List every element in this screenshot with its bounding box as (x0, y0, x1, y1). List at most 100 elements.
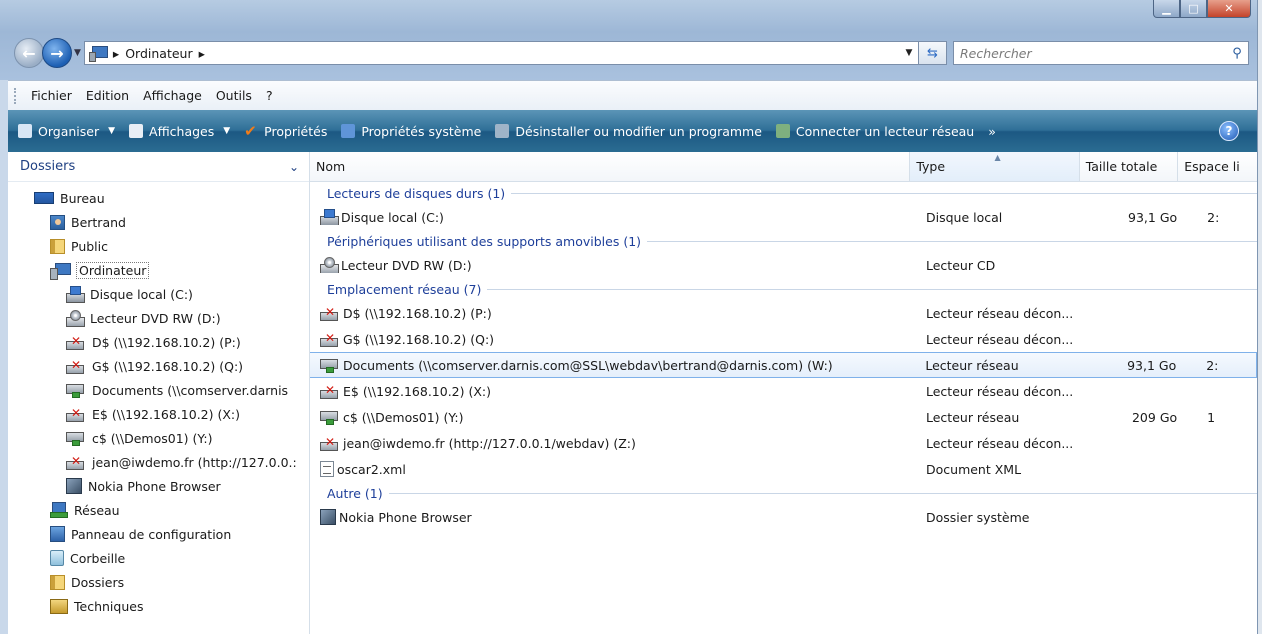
toolbar-button[interactable]: Désinstaller ou modifier un programme (495, 124, 762, 139)
tree-item[interactable]: Disque local (C:) (8, 282, 309, 306)
address-dropdown-icon[interactable]: ▼ (900, 48, 918, 58)
tree-item[interactable]: D$ (\\192.168.10.2) (P:) (8, 330, 309, 354)
menu-item[interactable]: Outils (216, 88, 252, 103)
item-total-size: 93,1 Go (1128, 209, 1178, 225)
list-item[interactable]: E$ (\\192.168.10.2) (X:) Lecteur réseau d… (310, 378, 1257, 404)
toolbar-button[interactable]: ✔ Propriétés (244, 124, 327, 139)
group-header[interactable]: Autre (1) (310, 482, 1257, 504)
tree-item[interactable]: Dossiers (8, 570, 309, 594)
tree-item[interactable]: Corbeille (8, 546, 309, 570)
column-header-type[interactable]: ▲ Type (910, 152, 1080, 181)
disconnected-network-drive-icon (66, 454, 86, 470)
search-box[interactable]: ⚲ (953, 41, 1249, 65)
tree-item-label: jean@iwdemo.fr (http://127.0.0.: (92, 454, 297, 470)
folders-header[interactable]: Dossiers ⌄ (8, 152, 309, 182)
chevron-down-icon[interactable]: ⌄ (289, 160, 299, 174)
item-type: Lecteur réseau (926, 409, 1020, 425)
breadcrumb-separator-icon[interactable]: ▸ (113, 46, 119, 61)
toolbar-button[interactable]: Connecter un lecteur réseau (775, 123, 975, 139)
hard-drive-icon (66, 286, 85, 303)
tree-item[interactable]: c$ (\\Demos01) (Y:) (8, 426, 309, 450)
toolbar-button[interactable]: Organiser ▼ (18, 124, 115, 139)
tree-item[interactable]: Lecteur DVD RW (D:) (8, 306, 309, 330)
control-panel-icon (50, 526, 65, 542)
tree-item-label: c$ (\\Demos01) (Y:) (92, 430, 213, 446)
toolbar-button[interactable]: Propriétés système (341, 124, 481, 139)
item-type: Lecteur réseau (925, 357, 1019, 373)
menu-item[interactable]: ? (266, 88, 273, 103)
column-header-label: Espace li (1184, 159, 1240, 174)
list-item[interactable]: c$ (\\Demos01) (Y:) Lecteur réseau 209 Go 1 (310, 404, 1257, 430)
tree-item[interactable]: Public (8, 234, 309, 258)
caption-buttons: ▁ □ ✕ (1153, 0, 1251, 18)
maximize-button[interactable]: □ (1180, 0, 1207, 18)
toolbar-button[interactable]: Affichages ▼ (129, 124, 230, 139)
column-header-total-size[interactable]: Taille totale (1080, 152, 1179, 181)
tree-item-label: Nokia Phone Browser (88, 478, 221, 494)
column-header-free-space[interactable]: Espace li (1178, 152, 1257, 181)
close-button[interactable]: ✕ (1207, 0, 1251, 18)
search-icon[interactable]: ⚲ (1226, 46, 1248, 61)
toolbar-button-label: Propriétés système (361, 123, 482, 139)
tree-item[interactable]: Documents (\\comserver.darnis (8, 378, 309, 402)
recent-pages-dropdown[interactable]: ▼ (74, 48, 81, 58)
tree-item-label: G$ (\\192.168.10.2) (Q:) (92, 358, 244, 374)
forward-button[interactable]: → (42, 38, 72, 68)
menu-item[interactable]: Fichier (31, 88, 72, 103)
list-item[interactable]: Nokia Phone Browser Dossier système (310, 504, 1257, 530)
tree-item[interactable]: E$ (\\192.168.10.2) (X:) (8, 402, 309, 426)
tree-item[interactable]: Bureau (8, 186, 309, 210)
menu-item[interactable]: Edition (86, 88, 129, 103)
search-input[interactable] (960, 45, 1226, 61)
checkmark-icon: ✔ (244, 122, 257, 140)
tree-item[interactable]: Bertrand (8, 210, 309, 234)
list-item[interactable]: Documents (\\comserver.darnis.com@SSL\we… (310, 352, 1257, 378)
more-commands-button[interactable]: » (988, 124, 996, 139)
tree-item[interactable]: G$ (\\192.168.10.2) (Q:) (8, 354, 309, 378)
item-name: oscar2.xml (337, 461, 406, 477)
chevron-down-icon: ▼ (223, 126, 231, 136)
system-properties-icon (341, 124, 356, 138)
column-header-name[interactable]: Nom (310, 152, 911, 181)
hard-drive-icon (320, 209, 339, 225)
tree-item[interactable]: Panneau de configuration (8, 522, 309, 546)
list-item[interactable]: oscar2.xml Document XML (310, 456, 1257, 482)
list-item[interactable]: D$ (\\192.168.10.2) (P:) Lecteur réseau d… (310, 300, 1257, 326)
toolbar-button-label: Connecter un lecteur réseau (795, 123, 975, 139)
uninstall-icon (495, 124, 510, 138)
tree-item[interactable]: Réseau (8, 498, 309, 522)
group-header[interactable]: Emplacement réseau (7) (310, 278, 1257, 300)
tree-item-label: Ordinateur (76, 261, 150, 279)
group-header[interactable]: Périphériques utilisant des supports amo… (310, 230, 1257, 252)
column-headers: Nom ▲ Type Taille totale Espace li (310, 152, 1257, 182)
item-name-cell: E$ (\\192.168.10.2) (X:) (310, 384, 918, 399)
breadcrumb-separator-icon[interactable]: ▸ (199, 46, 205, 61)
item-type: Disque local (926, 209, 1003, 225)
back-button[interactable]: ← (14, 38, 44, 68)
list-item[interactable]: Disque local (C:) Disque local 93,1 Go 2: (310, 204, 1257, 230)
tree-item-label: Disque local (C:) (90, 286, 193, 302)
item-free-space: 2: (1207, 209, 1220, 225)
list-item[interactable]: G$ (\\192.168.10.2) (Q:) Lecteur réseau d… (310, 326, 1257, 352)
disconnected-network-drive-icon (320, 306, 340, 321)
item-name: c$ (\\Demos01) (Y:) (343, 409, 464, 425)
minimize-button[interactable]: ▁ (1153, 0, 1180, 18)
item-name-cell: jean@iwdemo.fr (http://127.0.0.1/webdav)… (310, 436, 918, 451)
toolbar-button-label: Affichages (149, 123, 215, 139)
network-drive-icon (320, 358, 340, 373)
desktop-icon (34, 192, 54, 204)
tree-item[interactable]: Nokia Phone Browser (8, 474, 309, 498)
address-bar[interactable]: ▸ Ordinateur ▸ ▼ (83, 41, 919, 65)
list-item[interactable]: Lecteur DVD RW (D:) Lecteur CD (310, 252, 1257, 278)
tree-item[interactable]: jean@iwdemo.fr (http://127.0.0.: (8, 450, 309, 474)
breadcrumb-item[interactable]: Ordinateur (125, 46, 192, 61)
tree-item[interactable]: Ordinateur (8, 258, 309, 282)
views-icon (129, 124, 144, 138)
menu-item[interactable]: Affichage (143, 88, 202, 103)
refresh-button[interactable]: ⇆ (919, 41, 947, 65)
group-header[interactable]: Lecteurs de disques durs (1) (310, 182, 1257, 204)
help-icon[interactable]: ? (1219, 121, 1239, 141)
item-name: jean@iwdemo.fr (http://127.0.0.1/webdav)… (343, 435, 636, 451)
list-item[interactable]: jean@iwdemo.fr (http://127.0.0.1/webdav)… (310, 430, 1257, 456)
tree-item[interactable]: Techniques (8, 594, 309, 618)
